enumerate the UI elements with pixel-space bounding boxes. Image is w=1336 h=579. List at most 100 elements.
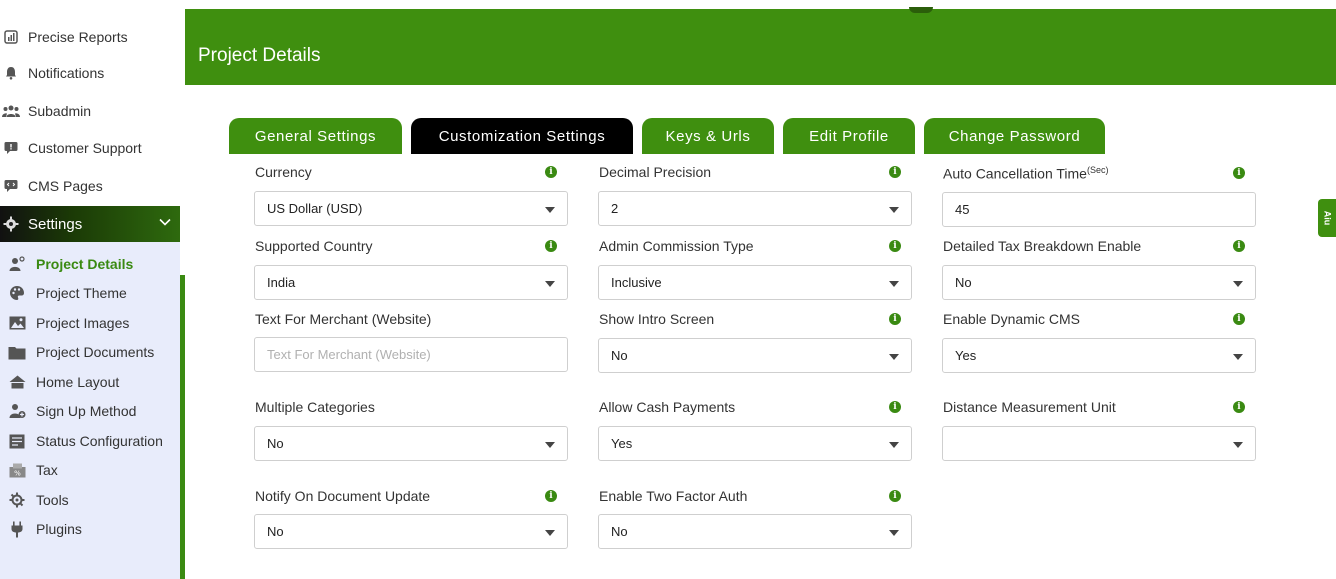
two-factor-label: Enable Two Factor Auth bbox=[599, 488, 748, 504]
currency-label: Currency bbox=[255, 164, 312, 180]
settings-label: Settings bbox=[28, 215, 83, 233]
dynamic-cms-select[interactable]: Yes bbox=[942, 338, 1256, 373]
info-icon[interactable]: i bbox=[889, 240, 901, 252]
currency-value: US Dollar (USD) bbox=[267, 201, 363, 216]
supported-country-label: Supported Country bbox=[255, 238, 373, 254]
sidebar-item-label: Status Configuration bbox=[36, 433, 163, 449]
sidebar-item-customer-support[interactable]: Customer Support bbox=[0, 130, 185, 166]
multiple-categories-select[interactable]: No bbox=[254, 426, 568, 461]
svg-text:%: % bbox=[14, 469, 21, 477]
admin-commission-select[interactable]: Inclusive bbox=[598, 265, 912, 300]
user-add-icon bbox=[8, 402, 26, 420]
sidebar-item-label: Home Layout bbox=[36, 374, 120, 390]
sidebar-item-notifications[interactable]: Notifications bbox=[0, 55, 185, 91]
caret-down-icon bbox=[1233, 442, 1243, 448]
sidebar-item-project-theme[interactable]: Project Theme bbox=[0, 280, 180, 306]
sidebar-item-sign-up-method[interactable]: Sign Up Method bbox=[0, 398, 180, 424]
supported-country-select[interactable]: India bbox=[254, 265, 568, 300]
reports-icon bbox=[2, 28, 20, 46]
tax-breakdown-label: Detailed Tax Breakdown Enable bbox=[943, 238, 1142, 254]
sidebar-item-project-details[interactable]: Project Details bbox=[0, 251, 180, 277]
sidebar-item-plugins[interactable]: Plugins bbox=[0, 516, 180, 542]
tab-customization-settings[interactable]: Customization Settings bbox=[411, 118, 633, 154]
tab-edit-profile[interactable]: Edit Profile bbox=[783, 118, 915, 154]
intro-screen-value: No bbox=[611, 348, 628, 363]
sidebar-item-precise-reports[interactable]: Precise Reports bbox=[0, 19, 185, 55]
sidebar-item-subadmin[interactable]: Subadmin bbox=[0, 93, 185, 129]
sidebar-item-project-images[interactable]: Project Images bbox=[0, 310, 180, 336]
info-icon[interactable]: i bbox=[545, 490, 557, 502]
info-icon[interactable]: i bbox=[1233, 240, 1245, 252]
info-icon[interactable]: i bbox=[889, 401, 901, 413]
floating-side-tab[interactable]: Aiu bbox=[1318, 199, 1336, 237]
two-factor-select[interactable]: No bbox=[598, 514, 912, 549]
project-details-icon bbox=[8, 255, 26, 273]
sidebar-item-status-configuration[interactable]: Status Configuration bbox=[0, 428, 180, 454]
gear-icon bbox=[2, 215, 20, 233]
page-header: Project Details bbox=[185, 7, 1336, 85]
code-icon bbox=[2, 177, 20, 195]
header-notch bbox=[909, 7, 933, 13]
merchant-text-label: Text For Merchant (Website) bbox=[255, 311, 432, 327]
chat-icon bbox=[2, 139, 20, 157]
admin-commission-label: Admin Commission Type bbox=[599, 238, 754, 254]
caret-down-icon bbox=[545, 442, 555, 448]
caret-down-icon bbox=[1233, 281, 1243, 287]
tab-general-settings[interactable]: General Settings bbox=[229, 118, 402, 154]
info-icon[interactable]: i bbox=[545, 240, 557, 252]
cash-payments-select[interactable]: Yes bbox=[598, 426, 912, 461]
side-tab-label: Aiu bbox=[1322, 210, 1332, 226]
sidebar-item-home-layout[interactable]: Home Layout bbox=[0, 369, 180, 395]
currency-select[interactable]: US Dollar (USD) bbox=[254, 191, 568, 226]
auto-cancellation-value: 45 bbox=[955, 202, 970, 217]
sidebar-item-settings[interactable]: Settings bbox=[0, 206, 180, 242]
sidebar-item-label: Subadmin bbox=[28, 103, 92, 119]
info-icon[interactable]: i bbox=[889, 490, 901, 502]
sidebar-item-label: Precise Reports bbox=[28, 29, 128, 45]
caret-down-icon bbox=[889, 207, 899, 213]
info-icon[interactable]: i bbox=[889, 166, 901, 178]
info-icon[interactable]: i bbox=[1233, 401, 1245, 413]
info-icon[interactable]: i bbox=[1233, 313, 1245, 325]
admin-commission-value: Inclusive bbox=[611, 275, 662, 290]
caret-down-icon bbox=[545, 281, 555, 287]
tax-breakdown-select[interactable]: No bbox=[942, 265, 1256, 300]
sidebar-item-cms-pages[interactable]: CMS Pages bbox=[0, 168, 185, 204]
auto-cancellation-unit: (Sec) bbox=[1086, 165, 1109, 175]
notify-doc-select[interactable]: No bbox=[254, 514, 568, 549]
users-icon bbox=[2, 102, 20, 120]
info-icon[interactable]: i bbox=[1233, 167, 1245, 179]
page-title: Project Details bbox=[198, 45, 321, 66]
tab-keys-urls[interactable]: Keys & Urls bbox=[642, 118, 774, 154]
merchant-text-input[interactable] bbox=[267, 347, 557, 362]
plug-icon bbox=[8, 520, 26, 538]
sidebar-item-label: Tax bbox=[36, 462, 58, 478]
tools-icon bbox=[8, 491, 26, 509]
sidebar-item-label: Tools bbox=[36, 492, 69, 508]
tab-change-password[interactable]: Change Password bbox=[924, 118, 1105, 154]
caret-down-icon bbox=[889, 354, 899, 360]
image-icon bbox=[8, 314, 26, 332]
two-factor-value: No bbox=[611, 524, 628, 539]
info-icon[interactable]: i bbox=[889, 313, 901, 325]
decimal-precision-select[interactable]: 2 bbox=[598, 191, 912, 226]
auto-cancellation-input[interactable]: 45 bbox=[942, 192, 1256, 227]
status-icon bbox=[8, 432, 26, 450]
sidebar-item-label: Project Images bbox=[36, 315, 130, 331]
sidebar-item-tools[interactable]: Tools bbox=[0, 487, 180, 513]
decimal-precision-value: 2 bbox=[611, 201, 619, 216]
chevron-down-icon[interactable] bbox=[158, 215, 172, 229]
sidebar-item-label: Notifications bbox=[28, 65, 105, 81]
auto-cancellation-label-text: Auto Cancellation Time bbox=[943, 165, 1087, 182]
intro-screen-select[interactable]: No bbox=[598, 338, 912, 373]
distance-unit-label: Distance Measurement Unit bbox=[943, 399, 1116, 415]
cash-payments-value: Yes bbox=[611, 436, 633, 451]
info-icon[interactable]: i bbox=[545, 166, 557, 178]
sidebar-item-project-documents[interactable]: Project Documents bbox=[0, 339, 180, 365]
merchant-text-field[interactable] bbox=[254, 337, 568, 372]
sidebar-item-tax[interactable]: % Tax bbox=[0, 457, 180, 483]
cash-payments-label: Allow Cash Payments bbox=[599, 399, 736, 415]
sidebar-scrollbar[interactable] bbox=[180, 275, 185, 579]
distance-unit-select[interactable] bbox=[942, 426, 1256, 461]
notify-doc-label: Notify On Document Update bbox=[255, 488, 431, 504]
